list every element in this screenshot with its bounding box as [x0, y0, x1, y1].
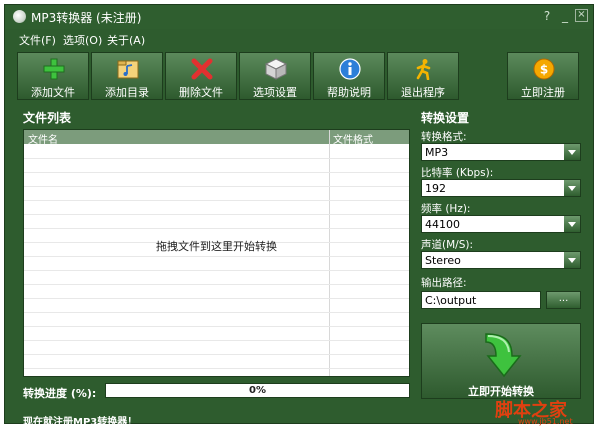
row-divider: [24, 214, 409, 215]
bitrate-value: 192: [425, 182, 446, 195]
format-select[interactable]: MP3: [421, 143, 581, 161]
window-title: MP3转换器 (未注册): [31, 11, 142, 25]
format-value: MP3: [425, 146, 449, 159]
menu-options[interactable]: 选项(O): [63, 32, 102, 48]
format-label: 转换格式:: [421, 131, 467, 143]
chevron-down-icon[interactable]: [564, 144, 580, 160]
column-header-filename[interactable]: 文件名: [28, 131, 58, 146]
row-divider: [24, 228, 409, 229]
drop-hint: 拖拽文件到这里开始转换: [156, 240, 277, 253]
info-icon: [339, 58, 361, 80]
browse-button[interactable]: ...: [546, 291, 581, 309]
delete-x-icon: [191, 58, 213, 80]
row-divider: [24, 368, 409, 369]
add-folder-button[interactable]: 添加目录: [91, 52, 163, 100]
output-path-label: 输出路径:: [421, 277, 467, 289]
exit-label: 退出程序: [401, 86, 445, 99]
coin-dollar-icon: $: [533, 58, 555, 80]
output-path-input[interactable]: C:\output: [421, 291, 541, 309]
file-list-table[interactable]: 文件名 文件格式 拖拽文件到这里开始转换: [23, 129, 410, 377]
row-divider: [24, 158, 409, 159]
help-label: 帮助说明: [327, 86, 371, 99]
register-label: 立即注册: [521, 86, 565, 99]
register-button[interactable]: $ 立即注册: [507, 52, 579, 100]
row-divider: [24, 326, 409, 327]
menu-bar: 文件(F) 选项(O) 关于(A): [5, 29, 593, 49]
row-divider: [24, 172, 409, 173]
add-file-label: 添加文件: [31, 86, 75, 99]
file-list-header: 文件名 文件格式: [24, 130, 409, 146]
watermark-url: www.jb51.net: [518, 417, 573, 426]
close-icon[interactable]: ×: [575, 9, 588, 22]
help-icon[interactable]: ?: [540, 9, 554, 23]
svg-text:$: $: [540, 63, 548, 77]
start-convert-button[interactable]: 立即开始转换: [421, 323, 581, 399]
channel-select[interactable]: Stereo: [421, 251, 581, 269]
progress-value: 0%: [249, 385, 266, 396]
progress-label: 转换进度 (%):: [23, 387, 97, 400]
row-divider: [24, 186, 409, 187]
green-arrow-down-icon: [485, 333, 522, 378]
app-icon: [13, 10, 26, 23]
add-file-button[interactable]: 添加文件: [17, 52, 89, 100]
frequency-label: 频率 (Hz):: [421, 203, 471, 215]
toolbar: 添加文件 添加目录 删除文件 选项设置 帮助说明 退出程序 $ 立即注册: [17, 52, 581, 102]
column-header-format[interactable]: 文件格式: [333, 131, 373, 146]
row-divider: [24, 270, 409, 271]
delete-file-label: 删除文件: [179, 86, 223, 99]
chevron-down-icon[interactable]: [564, 216, 580, 232]
frequency-select[interactable]: 44100: [421, 215, 581, 233]
bitrate-label: 比特率 (Kbps):: [421, 167, 494, 179]
options-button[interactable]: 选项设置: [239, 52, 311, 100]
channel-value: Stereo: [425, 254, 461, 267]
row-divider: [24, 340, 409, 341]
row-divider: [24, 298, 409, 299]
bitrate-select[interactable]: 192: [421, 179, 581, 197]
register-now-link[interactable]: 现在就注册MP3转换器！: [23, 413, 137, 428]
row-divider: [24, 284, 409, 285]
delete-file-button[interactable]: 删除文件: [165, 52, 237, 100]
progress-bar: 0%: [105, 383, 410, 398]
row-divider: [24, 256, 409, 257]
minimize-icon[interactable]: _: [558, 9, 572, 23]
menu-about[interactable]: 关于(A): [107, 32, 145, 48]
help-button[interactable]: 帮助说明: [313, 52, 385, 100]
options-label: 选项设置: [253, 86, 297, 99]
cube-icon: [264, 58, 288, 80]
settings-title: 转换设置: [421, 111, 470, 125]
chevron-down-icon[interactable]: [564, 252, 580, 268]
chevron-down-icon[interactable]: [564, 180, 580, 196]
running-man-icon: [416, 59, 431, 80]
exit-button[interactable]: 退出程序: [387, 52, 459, 100]
folder-music-icon: [117, 60, 139, 79]
row-divider: [24, 312, 409, 313]
menu-file[interactable]: 文件(F): [19, 32, 56, 48]
row-divider: [24, 200, 409, 201]
file-list-title: 文件列表: [23, 111, 72, 125]
row-divider: [24, 354, 409, 355]
plus-icon: [43, 58, 65, 80]
add-folder-label: 添加目录: [105, 86, 149, 99]
frequency-value: 44100: [425, 218, 460, 231]
main-window: MP3转换器 (未注册) ? _ × 文件(F) 选项(O) 关于(A) 添加文…: [4, 4, 594, 428]
title-bar[interactable]: MP3转换器 (未注册) ? _ ×: [5, 5, 593, 29]
channel-label: 声道(M/S):: [421, 239, 473, 251]
